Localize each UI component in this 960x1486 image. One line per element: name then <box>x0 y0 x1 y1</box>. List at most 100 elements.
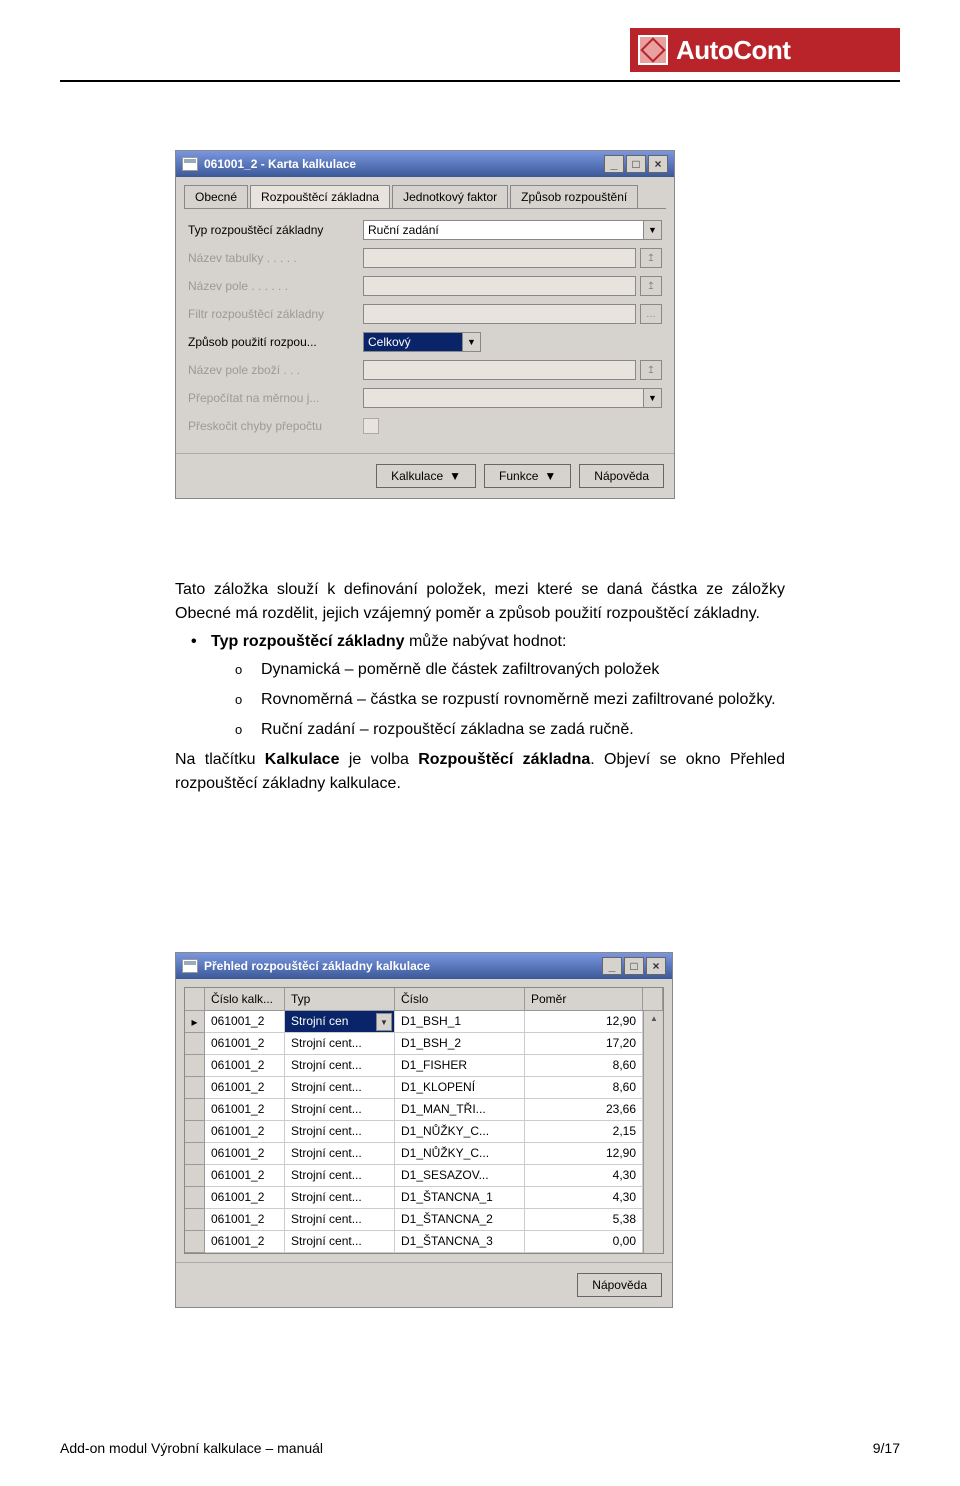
col-header-typ[interactable]: Typ <box>285 988 395 1011</box>
maximize-button[interactable]: □ <box>624 957 644 975</box>
kalkulace-button[interactable]: Kalkulace▼ <box>376 464 476 488</box>
tab-zpusob[interactable]: Způsob rozpouštění <box>510 185 638 208</box>
cell-c4[interactable]: 4,30 <box>525 1187 643 1209</box>
close-button[interactable]: × <box>646 957 666 975</box>
cell-c2[interactable]: Strojní cent... <box>285 1143 395 1165</box>
cell-c3[interactable]: D1_MAN_TŘI... <box>395 1099 525 1121</box>
napoveda-button[interactable]: Nápověda <box>577 1273 662 1297</box>
cell-c2[interactable]: Strojní cent... <box>285 1099 395 1121</box>
tab-jednotkovy[interactable]: Jednotkový faktor <box>392 185 508 208</box>
scrollbar-track[interactable] <box>643 1231 663 1253</box>
cell-c4[interactable]: 5,38 <box>525 1209 643 1231</box>
row-selector[interactable] <box>185 1077 205 1099</box>
cell-c4[interactable]: 4,30 <box>525 1165 643 1187</box>
minimize-button[interactable]: _ <box>604 155 624 173</box>
funkce-button[interactable]: Funkce▼ <box>484 464 571 488</box>
dropdown-icon[interactable]: ▼ <box>644 388 662 408</box>
napoveda-button[interactable]: Nápověda <box>579 464 664 488</box>
row-selector[interactable] <box>185 1231 205 1253</box>
row-selector[interactable] <box>185 1165 205 1187</box>
cell-c2[interactable]: Strojní cent... <box>285 1033 395 1055</box>
lookup-icon[interactable]: ↥ <box>640 276 662 296</box>
table-row[interactable]: 061001_2Strojní cent...D1_ŠTANCNA_14,30 <box>185 1187 663 1209</box>
cell-c3[interactable]: D1_ŠTANCNA_2 <box>395 1209 525 1231</box>
row-selector[interactable] <box>185 1143 205 1165</box>
scrollbar-track[interactable] <box>643 1099 663 1121</box>
scrollbar-track[interactable] <box>643 1143 663 1165</box>
cell-c2[interactable]: Strojní cent... <box>285 1209 395 1231</box>
table-row[interactable]: 061001_2Strojní cent...D1_ŠTANCNA_30,00 <box>185 1231 663 1253</box>
cell-c2[interactable]: Strojní cent... <box>285 1187 395 1209</box>
table-row[interactable]: 061001_2Strojní cent...D1_FISHER8,60 <box>185 1055 663 1077</box>
maximize-button[interactable]: □ <box>626 155 646 173</box>
scrollbar-track[interactable] <box>643 1077 663 1099</box>
row-selector[interactable] <box>185 1209 205 1231</box>
minimize-button[interactable]: _ <box>602 957 622 975</box>
cell-c4[interactable]: 12,90 <box>525 1143 643 1165</box>
col-header-pomer[interactable]: Poměr <box>525 988 643 1011</box>
cell-c3[interactable]: D1_SESAZOV... <box>395 1165 525 1187</box>
cell-c3[interactable]: D1_NŮŽKY_C... <box>395 1121 525 1143</box>
dropdown-icon[interactable]: ▼ <box>463 332 481 352</box>
cell-c2[interactable]: Strojní cent... <box>285 1055 395 1077</box>
cell-c3[interactable]: D1_FISHER <box>395 1055 525 1077</box>
table-row[interactable]: 061001_2Strojní cent...D1_SESAZOV...4,30 <box>185 1165 663 1187</box>
cell-c2[interactable]: Strojní cent... <box>285 1077 395 1099</box>
cell-c1[interactable]: 061001_2 <box>205 1165 285 1187</box>
scrollbar-track[interactable] <box>643 1187 663 1209</box>
cell-c1[interactable]: 061001_2 <box>205 1231 285 1253</box>
table-row[interactable]: 061001_2Strojní cent...D1_NŮŽKY_C...2,15 <box>185 1121 663 1143</box>
table-row[interactable]: 061001_2Strojní cent...D1_MAN_TŘI...23,6… <box>185 1099 663 1121</box>
ellipsis-icon[interactable]: … <box>640 304 662 324</box>
table-row[interactable]: 061001_2Strojní cent...D1_BSH_217,20 <box>185 1033 663 1055</box>
cell-c1[interactable]: 061001_2 <box>205 1055 285 1077</box>
table-row[interactable]: 061001_2Strojní cent...D1_KLOPENÍ8,60 <box>185 1077 663 1099</box>
row-selector[interactable] <box>185 1033 205 1055</box>
tab-rozpousteci[interactable]: Rozpouštěcí základna <box>250 185 390 208</box>
cell-c4[interactable]: 8,60 <box>525 1077 643 1099</box>
titlebar[interactable]: 061001_2 - Karta kalkulace _ □ × <box>176 151 674 177</box>
cell-c4[interactable]: 8,60 <box>525 1055 643 1077</box>
scrollbar-track[interactable] <box>643 1165 663 1187</box>
dropdown-icon[interactable]: ▼ <box>644 220 662 240</box>
cell-c1[interactable]: 061001_2 <box>205 1143 285 1165</box>
cell-c3[interactable]: D1_ŠTANCNA_3 <box>395 1231 525 1253</box>
scrollbar-track[interactable] <box>643 1055 663 1077</box>
scrollbar-track[interactable] <box>643 1209 663 1231</box>
col-header-cislo-kalk[interactable]: Číslo kalk... <box>205 988 285 1011</box>
cell-c2[interactable]: Strojní cent... <box>285 1231 395 1253</box>
lookup-icon[interactable]: ↥ <box>640 360 662 380</box>
cell-c3[interactable]: D1_ŠTANCNA_1 <box>395 1187 525 1209</box>
lookup-icon[interactable]: ↥ <box>640 248 662 268</box>
checkbox-preskocit[interactable] <box>363 418 379 434</box>
cell-c2[interactable]: Strojní cent... <box>285 1165 395 1187</box>
table-row[interactable]: 061001_2Strojní cent...D1_NŮŽKY_C...12,9… <box>185 1143 663 1165</box>
cell-c4[interactable]: 12,90 <box>525 1011 643 1033</box>
cell-c4[interactable]: 2,15 <box>525 1121 643 1143</box>
cell-c2[interactable]: Strojní cent... <box>285 1121 395 1143</box>
cell-c3[interactable]: D1_BSH_1 <box>395 1011 525 1033</box>
cell-c3[interactable]: D1_NŮŽKY_C... <box>395 1143 525 1165</box>
cell-c3[interactable]: D1_KLOPENÍ <box>395 1077 525 1099</box>
titlebar[interactable]: Přehled rozpouštěcí základny kalkulace _… <box>176 953 672 979</box>
cell-c4[interactable]: 0,00 <box>525 1231 643 1253</box>
row-selector[interactable] <box>185 1099 205 1121</box>
input-zpusob-pouziti[interactable]: Celkový <box>363 332 463 352</box>
cell-c4[interactable]: 23,66 <box>525 1099 643 1121</box>
row-selector[interactable] <box>185 1187 205 1209</box>
scrollbar-track[interactable] <box>643 1121 663 1143</box>
cell-c1[interactable]: 061001_2 <box>205 1033 285 1055</box>
scrollbar-track[interactable] <box>643 1011 663 1033</box>
scrollbar-track[interactable] <box>643 1033 663 1055</box>
close-button[interactable]: × <box>648 155 668 173</box>
cell-c1[interactable]: 061001_2 <box>205 1011 285 1033</box>
input-typ-rozpousteci[interactable]: Ruční zadání <box>363 220 644 240</box>
row-selector[interactable]: ▸ <box>185 1011 205 1033</box>
cell-c1[interactable]: 061001_2 <box>205 1187 285 1209</box>
col-header-cislo[interactable]: Číslo <box>395 988 525 1011</box>
row-selector[interactable] <box>185 1121 205 1143</box>
cell-c3[interactable]: D1_BSH_2 <box>395 1033 525 1055</box>
cell-c2[interactable]: Strojní cen <box>285 1011 395 1033</box>
table-row[interactable]: ▸061001_2Strojní cenD1_BSH_112,90 <box>185 1011 663 1033</box>
cell-c1[interactable]: 061001_2 <box>205 1209 285 1231</box>
